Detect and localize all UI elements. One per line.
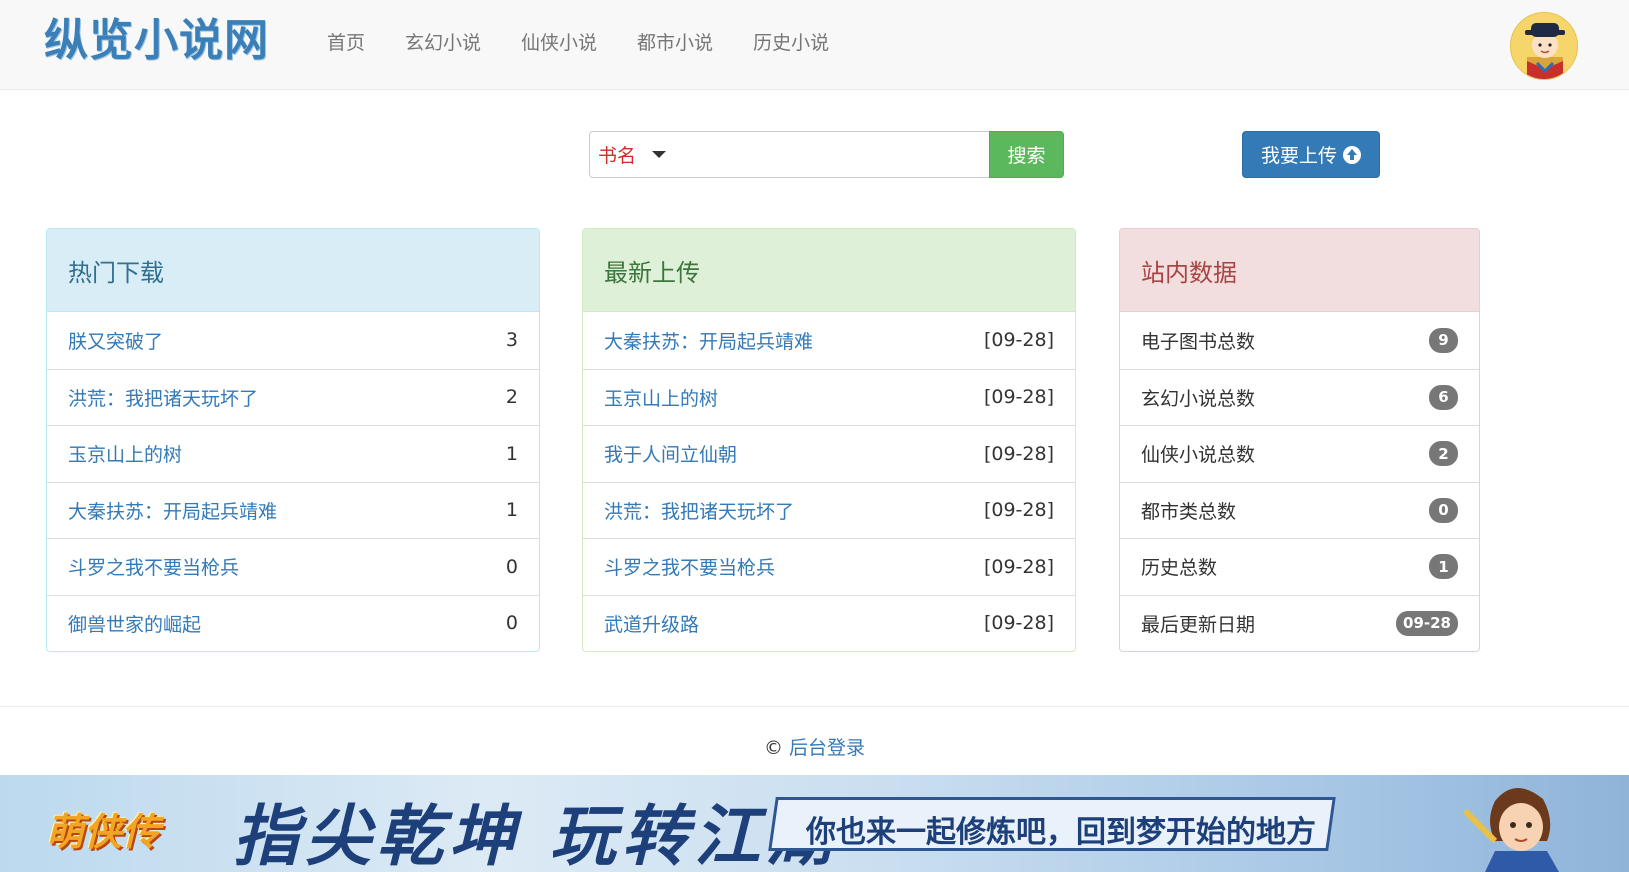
footer-divider bbox=[0, 706, 1629, 707]
panel-title: 最新上传 bbox=[583, 229, 1075, 312]
book-link[interactable]: 朕又突破了 bbox=[68, 327, 163, 354]
stat-badge: 0 bbox=[1429, 497, 1458, 523]
list-item: 我于人间立仙朝 [09-28] bbox=[583, 425, 1075, 482]
caret-down-icon[interactable] bbox=[652, 151, 667, 158]
avatar[interactable] bbox=[1510, 12, 1578, 80]
search-bar: 书名 搜索 bbox=[589, 131, 1071, 178]
banner-logo: 萌侠传 bbox=[46, 810, 161, 854]
upload-date: [09-28] bbox=[983, 499, 1054, 522]
book-link[interactable]: 大秦扶苏：开局起兵靖难 bbox=[604, 327, 813, 354]
list-item: 玉京山上的树 [09-28] bbox=[583, 368, 1075, 426]
admin-login-link[interactable]: 后台登录 bbox=[789, 737, 865, 759]
upload-date: [09-28] bbox=[983, 442, 1054, 465]
latest-uploads-panel: 最新上传 大秦扶苏：开局起兵靖难 [09-28] 玉京山上的树 [09-28] … bbox=[582, 228, 1076, 652]
stat-label: 玄幻小说总数 bbox=[1141, 387, 1256, 410]
copyright-symbol: © bbox=[763, 737, 783, 759]
banner-tagline: 你也来一起修炼吧，回到梦开始的地方 bbox=[806, 815, 1316, 850]
search-button[interactable]: 搜索 bbox=[989, 131, 1064, 178]
list-item: 大秦扶苏：开局起兵靖难 1 bbox=[47, 481, 539, 539]
navbar: 纵览小说网 首页 玄幻小说 仙侠小说 都市小说 历史小说 bbox=[0, 0, 1629, 90]
ad-banner[interactable]: 萌侠传 指尖乾坤 玩转江湖 你也来一起修炼吧，回到梦开始的地方 bbox=[0, 775, 1629, 872]
list-item: 御兽世家的崛起 0 bbox=[47, 594, 539, 652]
book-link[interactable]: 斗罗之我不要当枪兵 bbox=[68, 553, 239, 580]
list-item: 朕又突破了 3 bbox=[47, 312, 539, 369]
download-count: 1 bbox=[505, 499, 518, 522]
list-item: 玉京山上的树 1 bbox=[47, 425, 539, 482]
stat-badge: 09-28 bbox=[1396, 610, 1458, 636]
stat-label: 历史总数 bbox=[1141, 557, 1218, 580]
nav-link-dushi[interactable]: 都市小说 bbox=[617, 0, 733, 90]
download-count: 2 bbox=[505, 386, 518, 409]
upload-date: [09-28] bbox=[983, 386, 1054, 409]
search-field-select[interactable]: 书名 bbox=[589, 131, 989, 178]
site-stats-panel: 站内数据 电子图书总数 9 玄幻小说总数 6 仙侠小说总数 2 都市类总数 0 … bbox=[1119, 228, 1480, 652]
nav-link-lishi[interactable]: 历史小说 bbox=[733, 0, 849, 90]
book-link[interactable]: 斗罗之我不要当枪兵 bbox=[604, 553, 775, 580]
list-item: 历史总数 1 bbox=[1120, 538, 1479, 595]
list-item: 武道升级路 [09-28] bbox=[583, 594, 1075, 652]
download-count: 3 bbox=[505, 329, 518, 352]
list-item: 玄幻小说总数 6 bbox=[1120, 368, 1479, 426]
list-item: 仙侠小说总数 2 bbox=[1120, 425, 1479, 482]
character-illustration-icon bbox=[1462, 787, 1559, 872]
footer: © 后台登录 bbox=[0, 733, 1629, 760]
book-link[interactable]: 玉京山上的树 bbox=[68, 440, 182, 467]
stat-badge: 6 bbox=[1429, 384, 1458, 410]
upload-button-label: 我要上传 bbox=[1260, 145, 1337, 167]
book-link[interactable]: 洪荒：我把诸天玩坏了 bbox=[604, 497, 794, 524]
banner-slogan: 指尖乾坤 玩转江湖 bbox=[233, 797, 838, 872]
nav-link-home[interactable]: 首页 bbox=[307, 0, 385, 90]
search-input[interactable] bbox=[666, 132, 989, 177]
upload-date: [09-28] bbox=[983, 329, 1054, 352]
list-item: 电子图书总数 9 bbox=[1120, 312, 1479, 369]
list-item: 大秦扶苏：开局起兵靖难 [09-28] bbox=[583, 312, 1075, 369]
stats-list: 电子图书总数 9 玄幻小说总数 6 仙侠小说总数 2 都市类总数 0 历史总数 … bbox=[1120, 312, 1479, 651]
panel-title: 站内数据 bbox=[1120, 229, 1479, 312]
list-item: 都市类总数 0 bbox=[1120, 481, 1479, 539]
stat-label: 电子图书总数 bbox=[1141, 330, 1256, 353]
list-item: 洪荒：我把诸天玩坏了 2 bbox=[47, 368, 539, 426]
book-link[interactable]: 我于人间立仙朝 bbox=[604, 440, 737, 467]
stat-label: 都市类总数 bbox=[1141, 500, 1237, 523]
stat-label: 最后更新日期 bbox=[1141, 613, 1256, 636]
nav-link-xianxia[interactable]: 仙侠小说 bbox=[501, 0, 617, 90]
upload-date: [09-28] bbox=[983, 555, 1054, 578]
book-link[interactable]: 玉京山上的树 bbox=[604, 384, 718, 411]
list-item: 斗罗之我不要当枪兵 [09-28] bbox=[583, 538, 1075, 595]
hot-list: 朕又突破了 3 洪荒：我把诸天玩坏了 2 玉京山上的树 1 大秦扶苏：开局起兵靖… bbox=[47, 312, 539, 651]
stat-badge: 1 bbox=[1429, 554, 1458, 580]
book-link[interactable]: 武道升级路 bbox=[604, 610, 699, 637]
download-count: 0 bbox=[505, 612, 518, 635]
stat-badge: 2 bbox=[1429, 441, 1458, 467]
stat-badge: 9 bbox=[1429, 327, 1458, 353]
circle-arrow-up-icon bbox=[1343, 145, 1361, 164]
panel-title: 热门下载 bbox=[47, 229, 539, 312]
latest-list: 大秦扶苏：开局起兵靖难 [09-28] 玉京山上的树 [09-28] 我于人间立… bbox=[583, 312, 1075, 651]
book-link[interactable]: 大秦扶苏：开局起兵靖难 bbox=[68, 497, 277, 524]
nav-link-xuanhuan[interactable]: 玄幻小说 bbox=[385, 0, 501, 90]
download-count: 0 bbox=[505, 555, 518, 578]
list-item: 最后更新日期 09-28 bbox=[1120, 594, 1479, 652]
list-item: 洪荒：我把诸天玩坏了 [09-28] bbox=[583, 481, 1075, 539]
book-link[interactable]: 洪荒：我把诸天玩坏了 bbox=[68, 384, 258, 411]
site-logo[interactable]: 纵览小说网 bbox=[44, 12, 269, 70]
search-select-label: 书名 bbox=[598, 145, 637, 167]
hot-downloads-panel: 热门下载 朕又突破了 3 洪荒：我把诸天玩坏了 2 玉京山上的树 1 大秦扶苏：… bbox=[46, 228, 540, 652]
upload-button[interactable]: 我要上传 bbox=[1242, 131, 1380, 178]
upload-date: [09-28] bbox=[983, 612, 1054, 635]
book-link[interactable]: 御兽世家的崛起 bbox=[68, 610, 201, 637]
download-count: 1 bbox=[505, 442, 518, 465]
nav-links: 首页 玄幻小说 仙侠小说 都市小说 历史小说 bbox=[307, 0, 849, 90]
stat-label: 仙侠小说总数 bbox=[1141, 444, 1256, 467]
avatar-portrait-icon bbox=[1511, 13, 1577, 79]
list-item: 斗罗之我不要当枪兵 0 bbox=[47, 538, 539, 595]
